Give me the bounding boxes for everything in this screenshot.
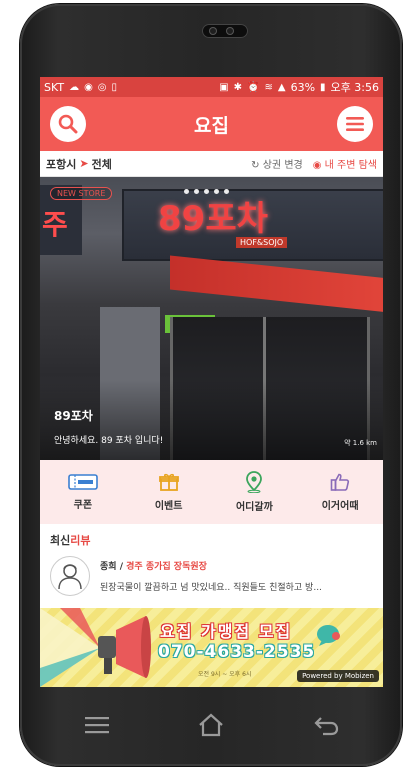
store-description: 안녕하세요. 89 포차 입니다! — [54, 436, 164, 446]
status-bar: SKT ☁ ◉ ◎ ▯ ▣ ✱ ⏰ ≋ ▲ 63% ▮ 오후 3:56 — [40, 77, 383, 97]
latest-reviews: 최신리뷰 종희 / 경주 종가집 장독원장 된장국물이 깔끔하고 넘 맛있네요.… — [40, 524, 383, 608]
back-icon[interactable] — [313, 714, 339, 736]
ad-phone-number: 070-4633-2535 — [158, 642, 316, 662]
new-store-badge: NEW STORE — [50, 187, 113, 200]
menu-event-label: 이벤트 — [154, 501, 183, 512]
quick-menu: 쿠폰 이벤트 어디갈까 이거어때 — [40, 460, 383, 524]
review-store: 경주 종가집 장독원장 — [126, 562, 207, 572]
ad-hours: 오전 9시 ~ 오후 6시 — [198, 671, 252, 678]
slide-dot[interactable] — [194, 189, 199, 194]
app-bar: 요집 — [40, 97, 383, 151]
city-label: 포항시 — [46, 157, 77, 171]
chat-bubble-icon — [317, 625, 340, 646]
bluetooth-icon: ✱ — [233, 81, 243, 93]
menu-coupon-label: 쿠폰 — [73, 500, 93, 511]
location-bar: 포항시 ➤ 전체 ↻ 상권 변경 ◉ 내 주변 탐색 — [40, 151, 383, 177]
franchise-ad-banner[interactable]: 요집 가맹점 모집 070-4633-2535 오전 9시 ~ 오후 6시 Po… — [40, 608, 383, 687]
review-text: 된장국물이 깔끔하고 넘 맛있네요.. 직원들도 친절하고 방... — [100, 583, 322, 593]
megaphone-icon — [40, 608, 151, 687]
menu-how-about-label: 이거어때 — [321, 501, 359, 512]
slide-dot[interactable] — [224, 189, 229, 194]
alarm-icon: ⏰ — [247, 81, 260, 93]
slide-dot[interactable] — [214, 189, 219, 194]
menu-where-to-go-label: 어디갈까 — [235, 502, 273, 513]
powered-by-badge: Powered by Mobizen — [297, 670, 379, 682]
wifi-icon: ≋ — [264, 81, 273, 93]
avatar — [50, 556, 90, 596]
target-icon: ◉ — [312, 160, 322, 171]
home-icon[interactable] — [198, 713, 224, 737]
review-author: 종희 — [100, 562, 117, 572]
menu-how-about[interactable]: 이거어때 — [300, 472, 380, 512]
tablet-icon: ▯ — [111, 81, 118, 93]
map-pin-icon — [246, 471, 263, 493]
clock-label: 오후 3:56 — [330, 81, 379, 94]
app-icon: ◎ — [97, 81, 107, 93]
review-item[interactable]: 종희 / 경주 종가집 장독원장 된장국물이 깔끔하고 넘 맛있네요.. 직원들… — [50, 556, 373, 596]
coupon-icon — [68, 474, 98, 490]
refresh-icon: ↻ — [251, 160, 260, 171]
location-selector[interactable]: 포항시 ➤ 전체 — [46, 156, 112, 172]
hamburger-icon — [346, 117, 364, 131]
thumbs-up-icon — [330, 473, 350, 491]
carrier-label: SKT — [44, 80, 65, 94]
signal-icon: ▲ — [277, 81, 286, 93]
search-button[interactable] — [50, 106, 86, 142]
cloud-icon: ☁ — [69, 81, 80, 93]
signboard-subtext: HOF&SOJO — [236, 237, 288, 248]
menu-event[interactable]: 이벤트 — [129, 472, 209, 512]
featured-store-banner[interactable]: 주 89포차 HOF&SOJO NEW STORE 89포차 안녕하세요. 89… — [40, 177, 383, 460]
app-screen: SKT ☁ ◉ ◎ ▯ ▣ ✱ ⏰ ≋ ▲ 63% ▮ 오후 3:56 요집 포… — [40, 77, 383, 687]
battery-icon: ▮ — [320, 81, 326, 93]
battery-label: 63% — [290, 80, 316, 94]
screen-record-icon: ▣ — [219, 81, 229, 93]
ad-title: 요집 가맹점 모집 — [160, 622, 293, 641]
slide-indicator — [184, 189, 229, 194]
app-title: 요집 — [194, 114, 229, 137]
notification-icon: ◉ — [84, 81, 93, 93]
change-area-button[interactable]: ↻ 상권 변경 — [251, 156, 303, 171]
location-arrow-icon: ➤ — [79, 157, 89, 170]
store-name: 89포차 — [54, 409, 93, 423]
reviews-heading: 최신리뷰 — [50, 534, 91, 547]
review-meta: 종희 / 경주 종가집 장독원장 — [100, 562, 207, 572]
signboard-text: 89포차 — [158, 199, 268, 239]
menu-button[interactable] — [337, 106, 373, 142]
user-avatar-icon — [58, 564, 82, 590]
menu-where-to-go[interactable]: 어디갈까 — [214, 471, 294, 513]
phone-speaker — [202, 24, 248, 38]
gift-icon — [158, 473, 179, 491]
menu-coupon[interactable]: 쿠폰 — [43, 473, 123, 511]
nearby-search-button[interactable]: ◉ 내 주변 탐색 — [313, 156, 377, 171]
recent-apps-icon[interactable] — [84, 715, 110, 735]
search-icon — [58, 114, 78, 134]
store-distance: 약 1.6 km — [344, 439, 377, 447]
slide-dot[interactable] — [184, 189, 189, 194]
area-label: 전체 — [91, 157, 112, 171]
change-area-label: 상권 변경 — [262, 160, 303, 171]
nearby-search-label: 내 주변 탐색 — [324, 160, 377, 171]
slide-dot[interactable] — [204, 189, 209, 194]
red-banner — [170, 255, 383, 313]
android-navigation-bar — [40, 700, 383, 750]
